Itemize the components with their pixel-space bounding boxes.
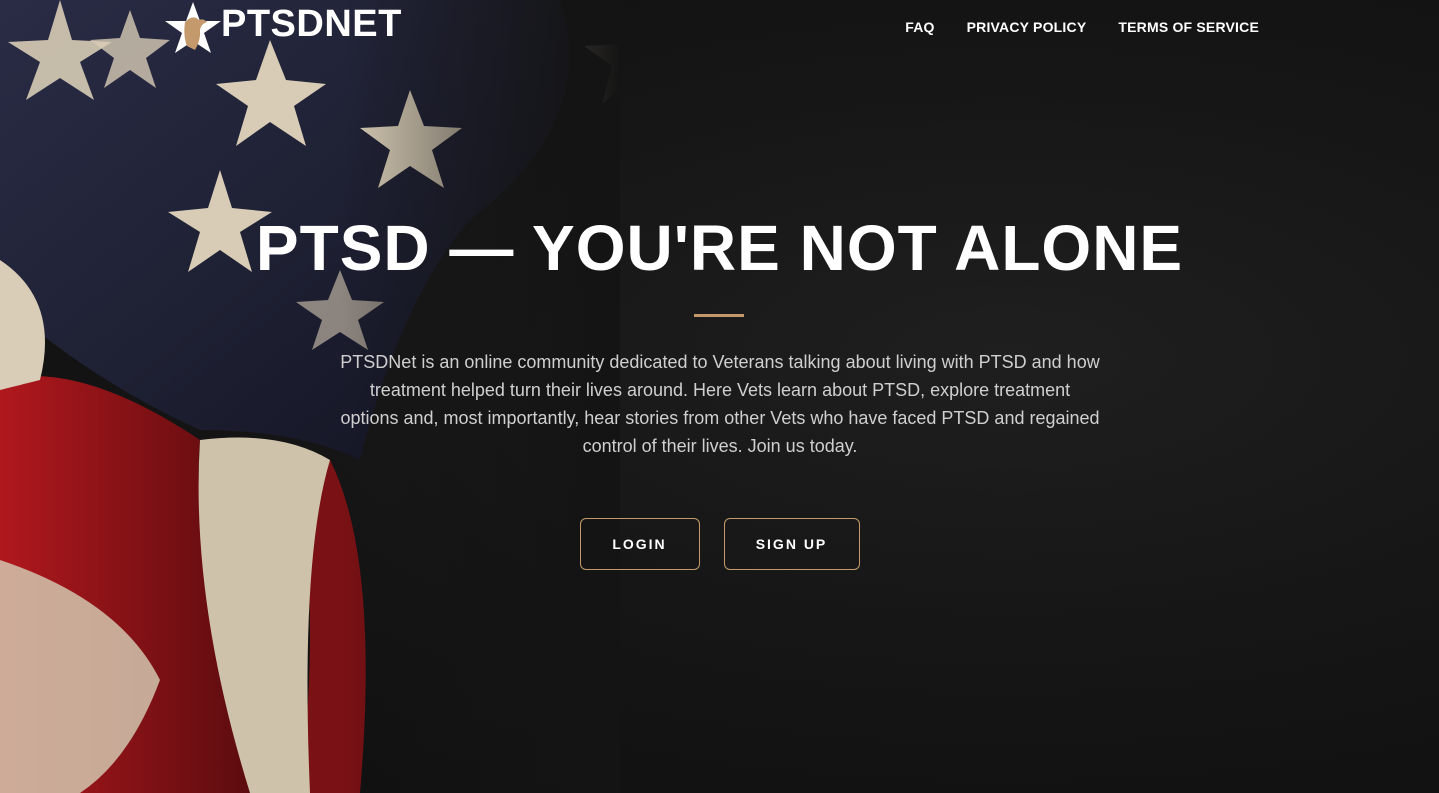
brand-name: PTSDNET [221,2,402,45]
star-eagle-logo-icon [165,2,221,53]
nav-links: FAQ PRIVACY POLICY TERMS OF SERVICE [905,19,1259,35]
brand[interactable]: PTSDNET [163,0,402,56]
nav-link-terms-of-service[interactable]: TERMS OF SERVICE [1118,19,1259,35]
headline-divider [694,314,744,317]
login-button[interactable]: LOGIN [579,518,700,570]
nav-link-privacy-policy[interactable]: PRIVACY POLICY [967,19,1087,35]
sign-up-button[interactable]: SIGN UP [723,518,860,570]
hero-headline: PTSD — YOU'RE NOT ALONE [255,212,1184,284]
nav-link-faq[interactable]: FAQ [905,19,934,35]
hero-description: PTSDNet is an online community dedicated… [340,352,1100,456]
cta-buttons: LOGIN SIGN UP [0,518,1439,570]
top-navigation: PTSDNET FAQ PRIVACY POLICY TERMS OF SERV… [0,0,1439,60]
